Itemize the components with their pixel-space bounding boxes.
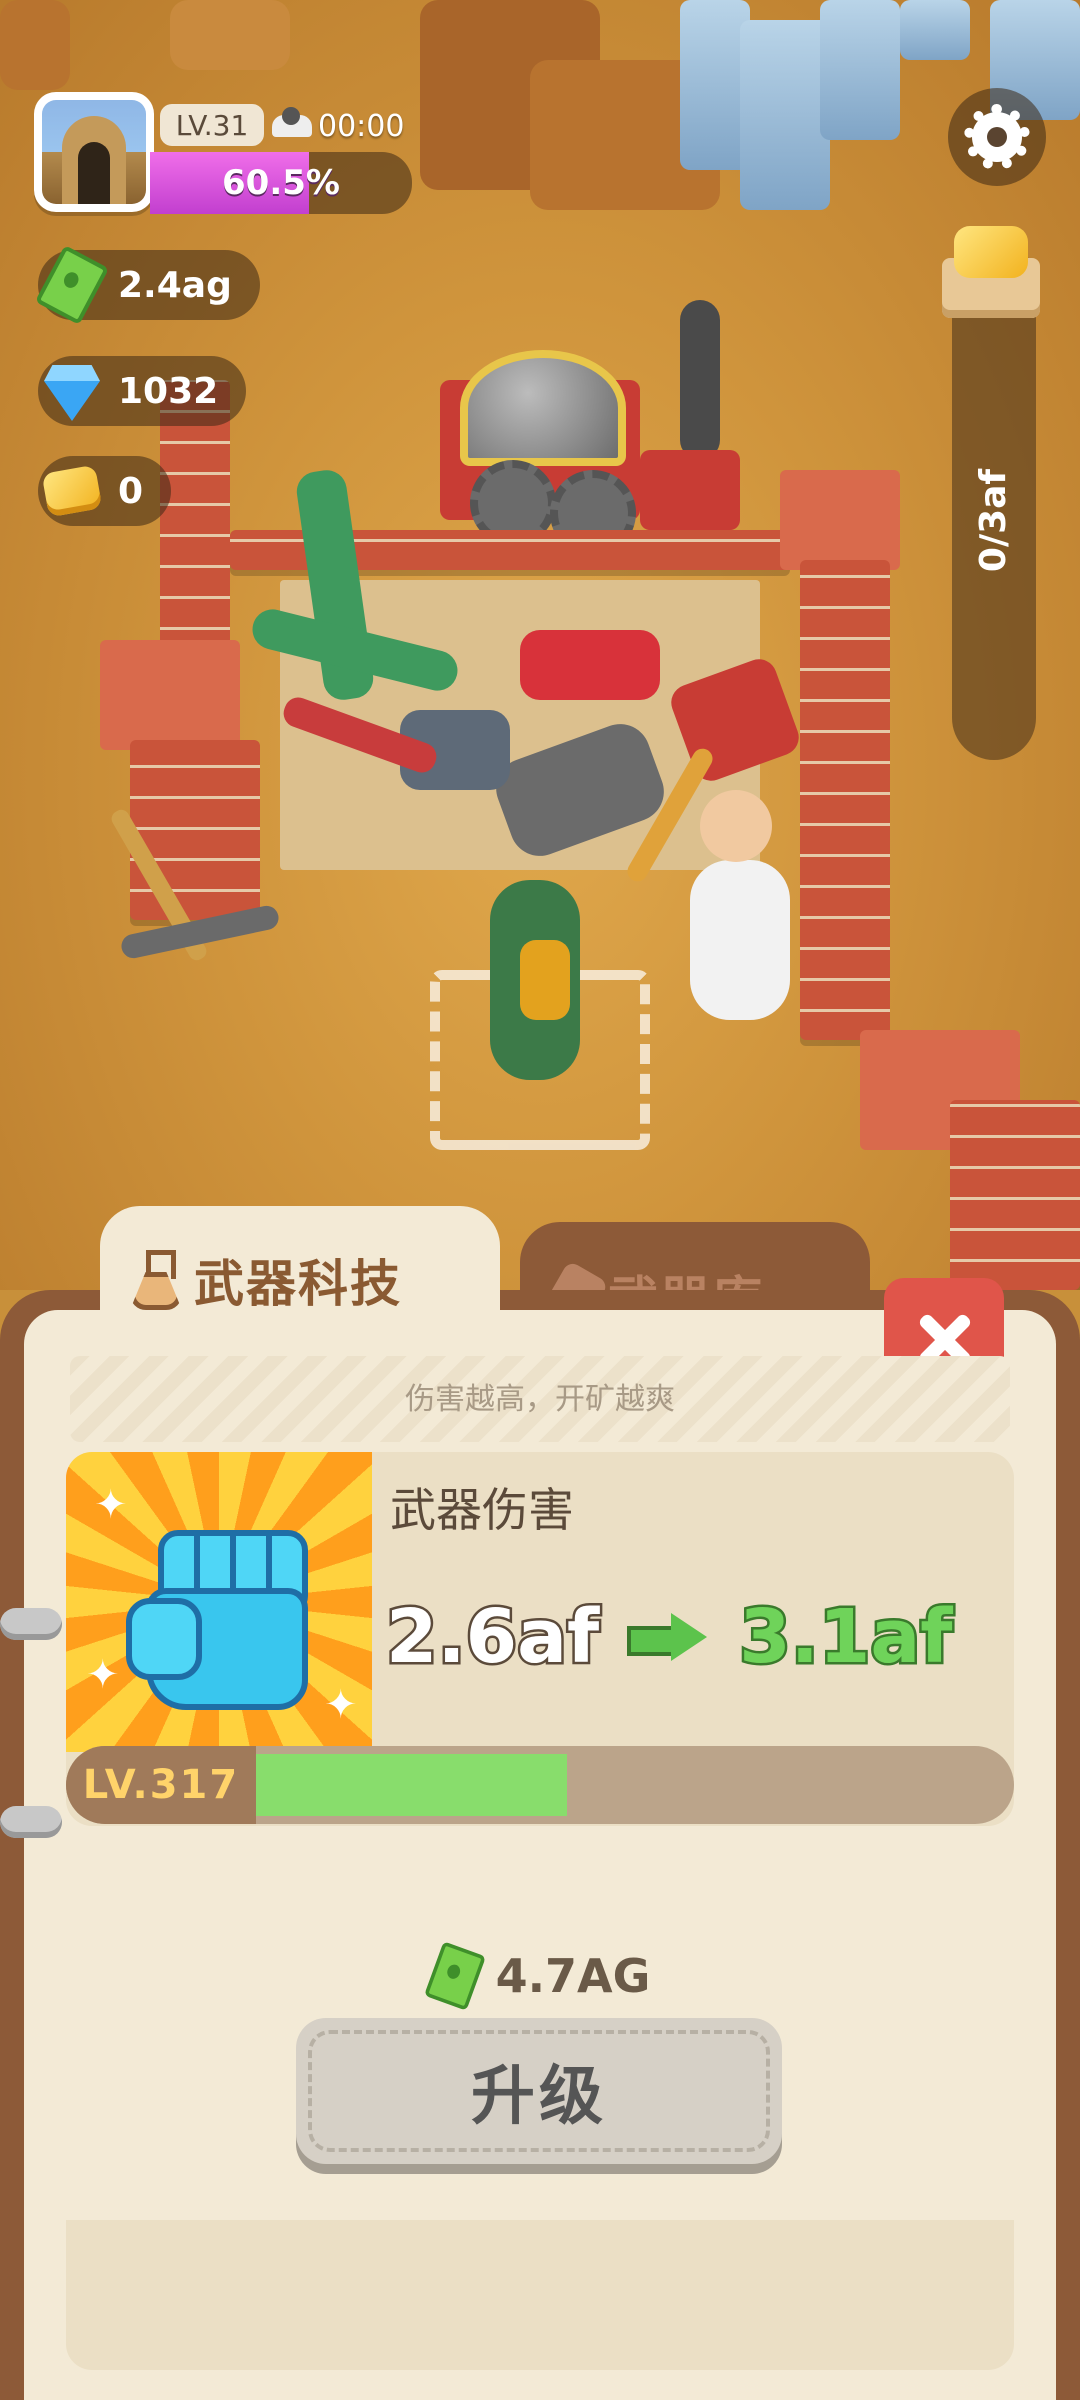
ore-capacity-text: 0/3af bbox=[973, 468, 1015, 572]
cloud-icon bbox=[272, 107, 312, 137]
timer-text: 00:00 bbox=[318, 108, 405, 144]
machine-dome bbox=[460, 350, 626, 466]
player-level: LV.31 bbox=[160, 104, 264, 146]
weapon-damage-image: ✦ ✦ ✦ bbox=[66, 1452, 372, 1752]
gear-icon bbox=[964, 104, 1030, 170]
gold-icon bbox=[41, 464, 103, 518]
brick-wall bbox=[130, 740, 260, 920]
weapon-level-fill bbox=[256, 1754, 567, 1816]
fist-thumb bbox=[126, 1598, 202, 1680]
cash-counter: 2.4ag bbox=[34, 245, 260, 325]
boxing-glove-weapon bbox=[520, 630, 660, 700]
cash-value: 2.4ag bbox=[118, 264, 232, 306]
crystal bbox=[820, 0, 900, 140]
brick-wall bbox=[950, 1100, 1080, 1290]
tab-weapon-tech-content[interactable]: 武器科技 bbox=[130, 1244, 402, 1316]
upgrade-button[interactable]: 升级 bbox=[296, 2018, 782, 2164]
machine-tank bbox=[640, 450, 740, 530]
brick-pillar bbox=[780, 470, 900, 570]
mine-progress-text: 60.5% bbox=[222, 163, 340, 203]
gold-value: 0 bbox=[118, 470, 144, 512]
cash-icon-wrap bbox=[34, 245, 110, 325]
crystal bbox=[740, 20, 830, 210]
offline-timer: 00:00 bbox=[272, 106, 404, 146]
miner-backpack bbox=[520, 940, 570, 1020]
weapon-level-label: LV.317 bbox=[66, 1746, 256, 1824]
gold-icon-wrap bbox=[40, 459, 104, 523]
cash-icon bbox=[423, 1941, 486, 2011]
brick-wall bbox=[800, 560, 890, 1040]
binder-ring bbox=[0, 1806, 62, 1838]
rock bbox=[0, 0, 70, 90]
sparkle-icon: ✦ bbox=[324, 1682, 358, 1728]
stat-next-value: 3.1af bbox=[737, 1592, 955, 1683]
sparkle-icon: ✦ bbox=[94, 1482, 128, 1528]
gold-counter: 0 bbox=[38, 456, 172, 526]
sparkle-icon: ✦ bbox=[86, 1652, 120, 1698]
gem-value: 1032 bbox=[118, 370, 219, 412]
crystal bbox=[900, 0, 970, 60]
stat-change: 2.6af 3.1af bbox=[383, 1592, 955, 1683]
ore-capacity-text-wrap: 0/3af bbox=[952, 420, 1036, 620]
upgrade-cost-value: 4.7AG bbox=[495, 1949, 651, 2003]
gem-icon bbox=[44, 381, 100, 421]
mine-avatar[interactable] bbox=[34, 92, 154, 212]
brick-pillar bbox=[100, 640, 240, 750]
stat-current-value: 2.6af bbox=[383, 1592, 601, 1683]
binder-ring bbox=[0, 1608, 62, 1640]
gem-counter: 1032 bbox=[38, 356, 247, 426]
scientist-character bbox=[690, 860, 790, 1020]
arrow-right-icon bbox=[627, 1613, 711, 1661]
cash-icon bbox=[34, 245, 110, 325]
mine-progress-bar: 60.5% bbox=[150, 152, 412, 214]
fist-icon bbox=[126, 1522, 310, 1712]
upgrade-button-label: 升级 bbox=[471, 2060, 607, 2134]
rock bbox=[170, 0, 290, 70]
crate-gold bbox=[954, 226, 1028, 278]
machine-pipe bbox=[680, 300, 720, 460]
gem-icon-wrap bbox=[40, 359, 104, 423]
settings-button[interactable] bbox=[948, 88, 1046, 186]
tab-weapon-tech-label: 武器科技 bbox=[194, 1255, 402, 1313]
ore-crate-icon[interactable] bbox=[936, 222, 1046, 322]
scientist-head bbox=[700, 790, 772, 862]
flask-icon bbox=[130, 1250, 182, 1310]
panel-bottom-area bbox=[66, 2220, 1014, 2370]
stat-title: 武器伤害 bbox=[390, 1483, 574, 1537]
upgrade-cost: 4.7AG bbox=[0, 1941, 1080, 2011]
mine-avatar-icon bbox=[42, 100, 146, 204]
panel-subtitle: 伤害越高，开矿越爽 bbox=[405, 1382, 675, 1417]
